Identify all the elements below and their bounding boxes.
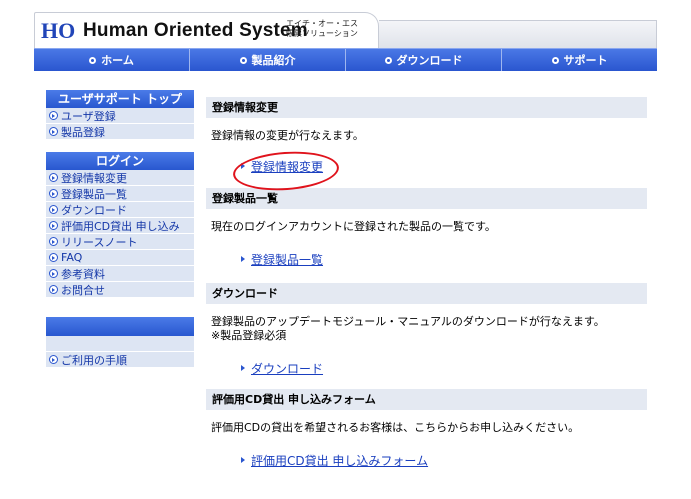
arrow-bullet-icon: [49, 173, 58, 182]
sidebar-item-reference[interactable]: 参考資料: [46, 266, 194, 282]
sidebar-item-label: 登録情報変更: [61, 171, 127, 185]
main-content: 登録情報変更 登録情報の変更が行なえます。 登録情報変更 登録製品一覧 現在のロ…: [206, 97, 647, 469]
sidebar-item-label: ユーザ登録: [61, 109, 116, 123]
hos-logo-icon[interactable]: HOS: [41, 17, 75, 43]
sidebar-item-eval-cd[interactable]: 評価用CD貸出 申し込み: [46, 218, 194, 234]
sidebar-item-label: 製品登録: [61, 125, 105, 139]
section-title: 登録製品一覧: [206, 188, 647, 209]
triangle-right-icon: [241, 457, 245, 463]
sidebar-item-registered-products[interactable]: 登録製品一覧: [46, 186, 194, 202]
section-link-row: 登録情報変更: [206, 157, 647, 175]
arrow-bullet-icon: [49, 237, 58, 246]
nav-download[interactable]: ダウンロード: [346, 49, 502, 71]
nav-bullet-icon: [551, 56, 559, 64]
section-title: 評価用CD貸出 申し込みフォーム: [206, 389, 647, 410]
eval-cd-form-link[interactable]: 評価用CD貸出 申し込みフォーム: [251, 452, 428, 469]
arrow-bullet-icon: [49, 269, 58, 278]
section-title: 登録情報変更: [206, 97, 647, 118]
sidebar-heading-blank: [46, 317, 194, 336]
section-link-row: 評価用CD貸出 申し込みフォーム: [206, 451, 647, 469]
sidebar-item-label: ダウンロード: [61, 203, 127, 217]
sidebar-item-release-notes[interactable]: リリースノート: [46, 234, 194, 250]
registered-products-link[interactable]: 登録製品一覧: [251, 251, 323, 268]
sidebar-item-label: 評価用CD貸出 申し込み: [61, 219, 180, 233]
brand-subtitle: エイチ・オー・エス 帳票ソリューション: [286, 19, 358, 39]
arrow-bullet-icon: [49, 189, 58, 198]
sidebar-spacer: [46, 336, 194, 352]
arrow-bullet-icon: [49, 127, 58, 136]
section-note: ※製品登録必須: [211, 329, 287, 342]
triangle-right-icon: [241, 163, 245, 169]
sidebar-item-label: ご利用の手順: [61, 353, 127, 367]
sidebar-item-edit-registration[interactable]: 登録情報変更: [46, 170, 194, 186]
brand-subtitle-line1: エイチ・オー・エス: [286, 19, 358, 28]
arrow-bullet-icon: [49, 221, 58, 230]
triangle-right-icon: [241, 256, 245, 262]
section-link-row: 登録製品一覧: [206, 250, 647, 268]
section-link-row: ダウンロード: [206, 359, 647, 377]
brand-subtitle-line2: 帳票ソリューション: [286, 29, 358, 38]
nav-bullet-icon: [89, 56, 97, 64]
section-title: ダウンロード: [206, 283, 647, 304]
section-description: 登録情報の変更が行なえます。: [211, 129, 364, 142]
arrow-bullet-icon: [49, 285, 58, 294]
top-navigation: ホーム 製品紹介 ダウンロード サポート: [34, 48, 657, 71]
section-description: 評価用CDの貸出を希望されるお客様は、こちらからお申し込みください。: [211, 421, 580, 434]
nav-label: 製品紹介: [251, 54, 296, 67]
sidebar-item-label: リリースノート: [61, 235, 138, 249]
sidebar-item-label: FAQ: [61, 251, 83, 264]
header-bar: [379, 20, 657, 48]
sidebar-item-label: 登録製品一覧: [61, 187, 127, 201]
nav-label: ホーム: [101, 54, 134, 67]
nav-bullet-icon: [239, 56, 247, 64]
nav-products[interactable]: 製品紹介: [190, 49, 346, 71]
nav-label: サポート: [563, 54, 608, 67]
triangle-right-icon: [241, 365, 245, 371]
sidebar-item-label: 参考資料: [61, 267, 105, 281]
download-link[interactable]: ダウンロード: [251, 360, 323, 377]
arrow-bullet-icon: [49, 111, 58, 120]
nav-label: ダウンロード: [396, 54, 463, 67]
sidebar-heading-login[interactable]: ログイン: [46, 152, 194, 170]
section-description: 現在のログインアカウントに登録された製品の一覧です。: [211, 220, 496, 233]
sidebar-item-product-registration[interactable]: 製品登録: [46, 124, 194, 140]
sidebar-item-contact[interactable]: お問合せ: [46, 282, 194, 298]
arrow-bullet-icon: [49, 355, 58, 364]
sidebar-item-download[interactable]: ダウンロード: [46, 202, 194, 218]
logo-letters: HOS: [41, 18, 75, 43]
sidebar-item-usage-steps[interactable]: ご利用の手順: [46, 352, 194, 368]
sidebar-item-label: お問合せ: [61, 283, 105, 297]
sidebar: ユーザサポート トップ ユーザ登録 製品登録 ログイン 登録情報変更 登録製品一…: [46, 90, 194, 368]
sidebar-item-faq[interactable]: FAQ: [46, 250, 194, 266]
nav-home[interactable]: ホーム: [34, 49, 190, 71]
brand-name: Human Oriented System: [83, 20, 308, 41]
arrow-bullet-icon: [49, 205, 58, 214]
sidebar-item-user-registration[interactable]: ユーザ登録: [46, 108, 194, 124]
nav-support[interactable]: サポート: [502, 49, 657, 71]
arrow-bullet-icon: [49, 253, 58, 262]
edit-registration-link[interactable]: 登録情報変更: [251, 158, 323, 175]
header-logo-area: HOS Human Oriented System エイチ・オー・エス 帳票ソリ…: [34, 12, 379, 48]
nav-bullet-icon: [384, 56, 392, 64]
section-description: 登録製品のアップデートモジュール・マニュアルのダウンロードが行なえます。: [211, 315, 605, 328]
site-header: HOS Human Oriented System エイチ・オー・エス 帳票ソリ…: [34, 12, 657, 48]
sidebar-heading-user-support[interactable]: ユーザサポート トップ: [46, 90, 194, 108]
